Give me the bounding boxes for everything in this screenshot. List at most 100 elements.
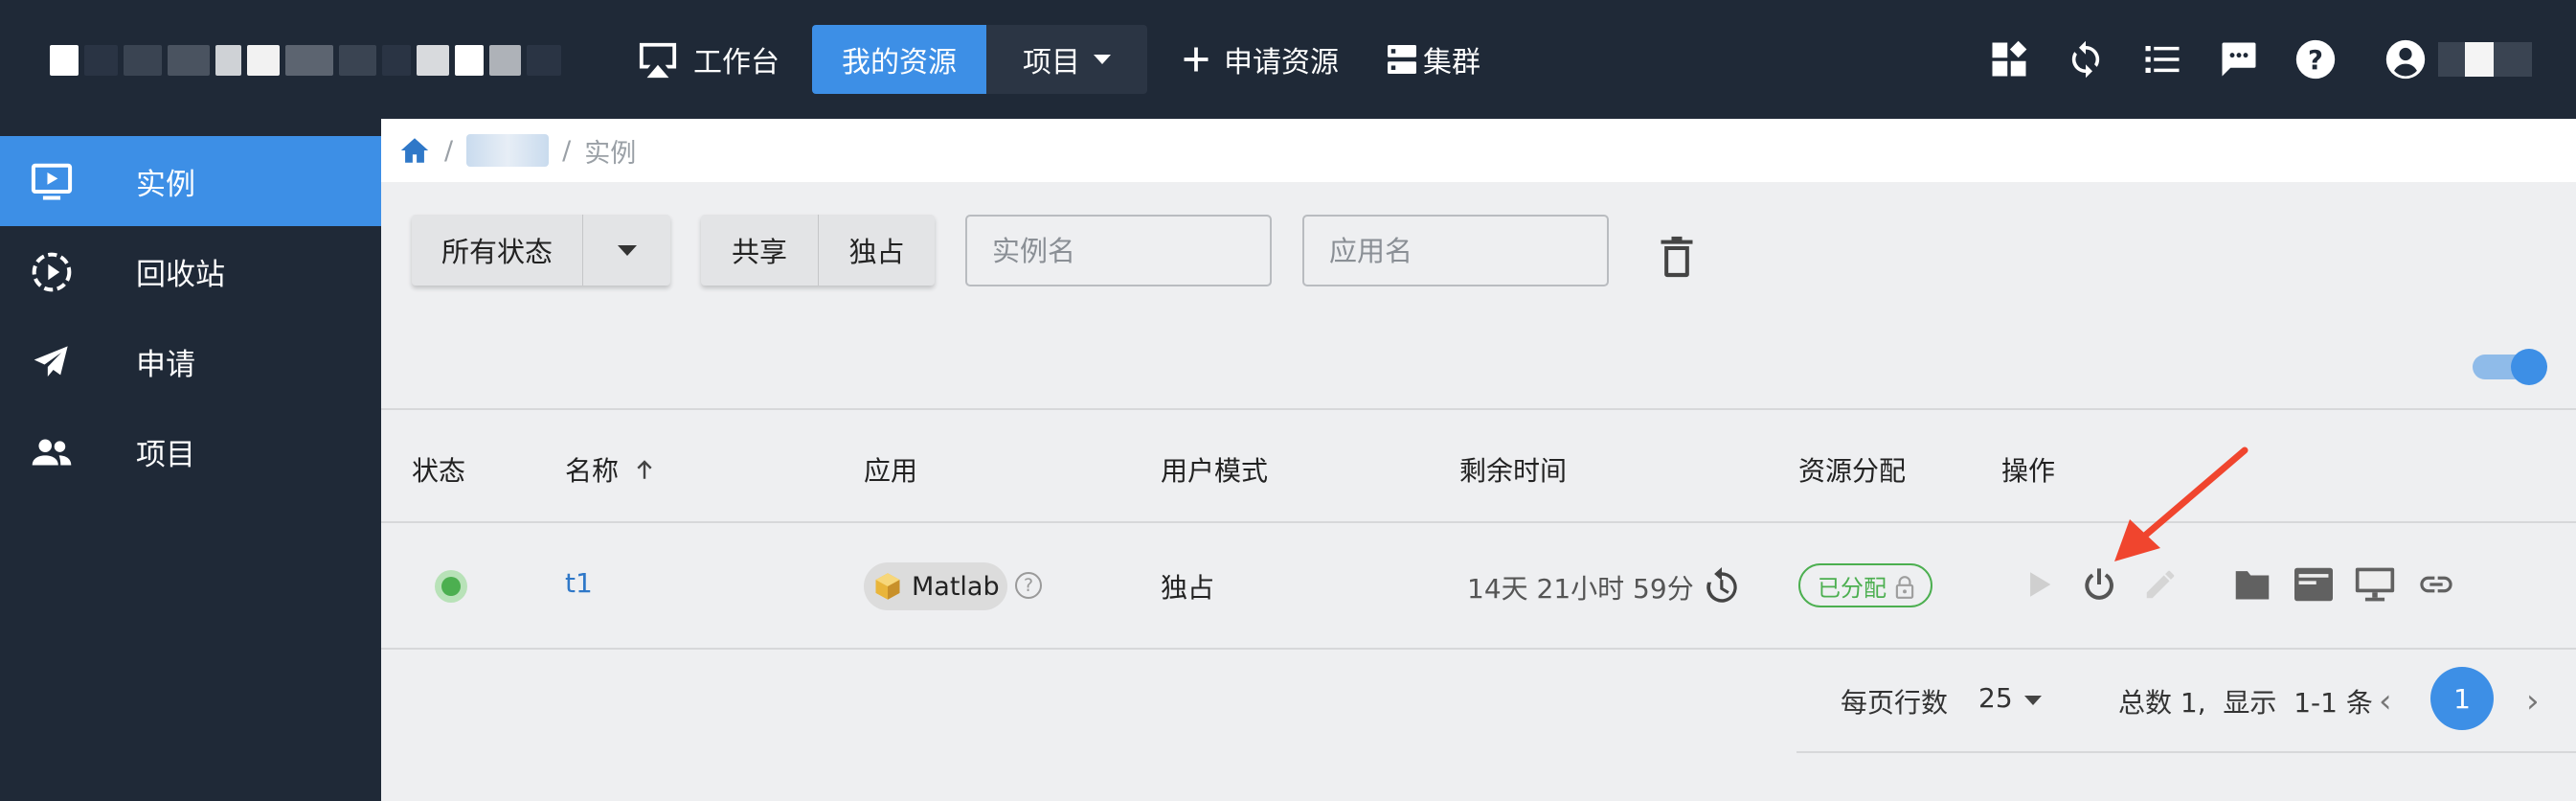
terminal-window-icon [2294, 567, 2333, 602]
table-row-divider [381, 648, 2576, 650]
column-header-allocation: 资源分配 [1798, 450, 1906, 489]
prev-page-icon[interactable]: ‹ [2379, 682, 2392, 721]
airplay-icon [639, 42, 677, 79]
column-header-status: 状态 [412, 450, 465, 489]
app-chip[interactable]: Matlab [864, 562, 1007, 610]
column-header-app: 应用 [864, 450, 917, 489]
toggle-knob [2511, 349, 2547, 385]
nav-project-label: 项目 [1023, 46, 1080, 80]
column-header-name[interactable]: 名称 [565, 450, 657, 489]
mode-exclusive-button[interactable]: 独占 [818, 215, 935, 286]
sidebar-item-instances[interactable]: 实例 [0, 136, 381, 226]
server-icon [1388, 45, 1416, 74]
sidebar-item-projects[interactable]: 项目 [0, 406, 381, 496]
mode-shared-button[interactable]: 共享 [701, 215, 818, 286]
instance-icon [31, 161, 73, 203]
nav-apply-label: 申请资源 [1224, 46, 1339, 80]
column-header-name-label: 名称 [565, 455, 620, 487]
message-icon[interactable] [2216, 36, 2262, 82]
desktop-icon [2355, 567, 2395, 602]
renew-time-icon[interactable] [1702, 567, 1742, 607]
nav-project-dropdown[interactable]: 项目 [986, 25, 1147, 94]
table-top-divider [381, 408, 2576, 410]
remaining-time-cell: 14天 21小时 59分 [1467, 567, 1742, 607]
nav-workbench[interactable]: 工作台 [636, 25, 780, 94]
mode-shared-label: 共享 [731, 236, 787, 268]
allocation-status-text: 已分配 [1818, 574, 1887, 602]
group-icon [31, 431, 73, 473]
column-header-allocation-label: 资源分配 [1798, 455, 1907, 487]
instance-name-text: t1 [565, 567, 593, 599]
nav-my-resources-label: 我的资源 [842, 46, 957, 80]
status-filter-dropdown[interactable] [582, 215, 670, 286]
sidebar-item-label: 实例 [136, 167, 195, 202]
status-filter-label: 所有状态 [441, 236, 553, 268]
nav-workbench-label: 工作台 [693, 46, 780, 80]
instance-name-input[interactable] [965, 215, 1272, 286]
sidebar-item-recycle-bin[interactable]: 回收站 [0, 226, 381, 316]
list-icon[interactable] [2139, 36, 2185, 82]
sort-arrow-up-icon [637, 460, 652, 479]
svg-text:?: ? [2308, 45, 2323, 76]
status-running-indicator [435, 570, 467, 603]
column-header-remaining-label: 剩余时间 [1459, 455, 1568, 487]
nav-my-resources[interactable]: 我的资源 [812, 25, 986, 94]
caret-down-icon [617, 244, 637, 256]
home-icon[interactable] [398, 134, 431, 167]
app-help-icon[interactable]: ? [1015, 572, 1042, 599]
breadcrumb-separator: / [562, 135, 572, 166]
breadcrumb-parent[interactable] [466, 134, 550, 167]
sidebar-item-label: 回收站 [136, 257, 225, 292]
app-name-input[interactable] [1302, 215, 1609, 286]
view-toggle-switch[interactable] [2473, 349, 2547, 385]
next-page-icon[interactable]: › [2526, 682, 2540, 721]
breadcrumb: / / 实例 [381, 119, 2576, 182]
rows-per-page-value: 25 [1978, 682, 2013, 714]
sync-icon[interactable] [2063, 36, 2109, 82]
remaining-time-text: 14天 21小时 59分 [1467, 573, 1694, 605]
account-icon[interactable] [2383, 36, 2429, 82]
user-mode-cell: 独占 [1161, 567, 1214, 606]
mode-exclusive-label: 独占 [848, 236, 905, 268]
plus-icon [1184, 47, 1209, 72]
sidebar-item-label: 申请 [136, 347, 195, 382]
recycle-icon [31, 251, 73, 293]
rows-per-page-select[interactable]: 25 [1978, 682, 2013, 714]
breadcrumb-separator: / [444, 135, 454, 166]
open-console-button[interactable] [2293, 563, 2335, 606]
nav-apply-resource[interactable]: 申请资源 [1182, 25, 1339, 94]
status-filter: 所有状态 [412, 215, 670, 286]
user-name[interactable] [2438, 42, 2534, 79]
nav-cluster-label: 集群 [1423, 46, 1480, 80]
page-number-text: 1 [2453, 682, 2471, 715]
top-bar: 工作台 我的资源 项目 申请资源 集群 ? [0, 0, 2576, 119]
trash-icon[interactable] [1659, 236, 1695, 278]
sidebar-item-label: 项目 [136, 437, 195, 472]
sidebar: 实例 回收站 申请 项目 [0, 119, 381, 801]
play-icon [2030, 572, 2051, 597]
pagination-summary: 总数 1, 显示 1-1 条 [2118, 687, 2373, 719]
apps-add-icon[interactable] [1986, 36, 2032, 82]
chevron-down-icon [1094, 55, 1111, 64]
sidebar-item-requests[interactable]: 申请 [0, 316, 381, 406]
remote-desktop-button[interactable] [2354, 563, 2396, 606]
app-cube-icon [875, 573, 900, 600]
page-number-button[interactable]: 1 [2430, 667, 2494, 730]
app-logo[interactable] [50, 42, 567, 79]
help-icon[interactable]: ? [2293, 36, 2339, 82]
status-filter-button[interactable]: 所有状态 [412, 215, 582, 286]
column-header-actions: 操作 [2001, 450, 2055, 489]
lock-icon [1895, 576, 1914, 599]
start-instance-button[interactable] [2019, 563, 2061, 606]
nav-cluster[interactable]: 集群 [1385, 25, 1480, 94]
breadcrumb-current: 实例 [584, 138, 637, 169]
column-header-remaining-time: 剩余时间 [1459, 450, 1567, 489]
column-header-user-mode: 用户模式 [1161, 450, 1268, 489]
app-name-text: Matlab [912, 571, 1000, 602]
copy-link-button[interactable] [2415, 563, 2457, 606]
pagination-divider [1796, 751, 2576, 753]
instance-name-link[interactable]: t1 [565, 567, 593, 599]
user-mode-text: 独占 [1161, 572, 1215, 604]
column-header-user-mode-label: 用户模式 [1161, 455, 1269, 487]
send-icon [31, 341, 73, 383]
